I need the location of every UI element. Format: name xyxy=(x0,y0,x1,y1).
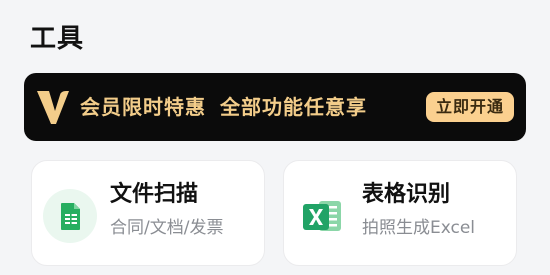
tool-card-title: 表格识别 xyxy=(362,182,451,207)
excel-icon-wrap xyxy=(295,189,349,243)
vip-v-icon xyxy=(37,91,69,124)
tool-card-subtitle: 拍照生成Excel xyxy=(362,218,476,238)
tool-card-title: 文件扫描 xyxy=(110,182,199,207)
tool-card-subtitle: 合同/文档/发票 xyxy=(110,218,224,238)
vip-promo-text-part2: 全部功能任意享 xyxy=(220,95,367,119)
vip-promo-text: 会员限时特惠 全部功能任意享 xyxy=(80,91,367,120)
vip-open-button[interactable]: 立即开通 xyxy=(426,92,514,122)
section-title: 工具 xyxy=(30,24,85,54)
tool-card-table-recognition[interactable]: 表格识别 拍照生成Excel xyxy=(283,160,517,266)
vip-banner[interactable]: 会员限时特惠 全部功能任意享 立即开通 xyxy=(24,73,526,141)
document-scan-icon-wrap xyxy=(43,189,97,243)
tools-page: 工具 会员限时特惠 全部功能任意享 立即开通 文件扫描 合同/文档/发票 表格识… xyxy=(0,0,550,275)
vip-promo-text-part1: 会员限时特惠 xyxy=(80,95,206,119)
excel-icon xyxy=(303,201,341,231)
document-scan-icon xyxy=(61,203,80,230)
tool-card-document-scan[interactable]: 文件扫描 合同/文档/发票 xyxy=(31,160,265,266)
